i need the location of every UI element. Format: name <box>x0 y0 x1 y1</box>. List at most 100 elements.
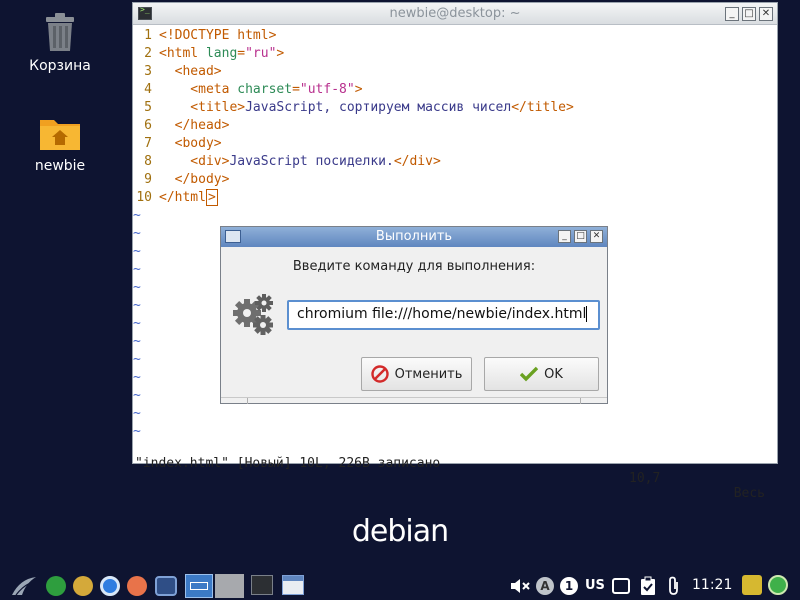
code-line: 7 <body> <box>133 135 777 153</box>
minimize-button[interactable]: _ <box>725 7 739 21</box>
desktop-icon-home-folder[interactable]: newbie <box>10 114 110 174</box>
taskbar-run-dialog-window[interactable] <box>282 575 304 595</box>
maximize-button[interactable]: □ <box>742 7 756 21</box>
home-folder-icon <box>40 120 80 150</box>
taskbar-clock[interactable]: 11:21 <box>692 577 732 593</box>
browser-launcher-icon[interactable] <box>100 576 120 596</box>
code-line: 4 <meta charset="utf-8"> <box>133 81 777 99</box>
line-number: 10 <box>136 190 152 205</box>
line-number: 1 <box>144 28 152 43</box>
clipboard-icon[interactable] <box>640 576 656 596</box>
run-dialog-titlebar[interactable]: Выполнить _ □ ✕ <box>221 227 607 247</box>
vim-cursor: > <box>205 189 218 206</box>
code-token: <meta <box>159 82 238 97</box>
code-token: </html <box>159 190 206 205</box>
code-line: 1 <!DOCTYPE html> <box>133 27 777 45</box>
accessibility-icon[interactable]: A <box>536 577 554 595</box>
maximize-button[interactable]: □ <box>574 230 587 243</box>
line-number: 7 <box>144 136 152 151</box>
logout-icon[interactable] <box>768 575 788 595</box>
code-token: JavaScript, сортируем массив чисел <box>245 100 512 115</box>
code-token: > <box>354 82 363 97</box>
close-button[interactable]: ✕ <box>759 7 773 21</box>
code-token: <html <box>159 46 206 61</box>
command-input[interactable]: chromium file:///home/newbie/index.html <box>287 300 600 330</box>
gears-icon <box>233 294 273 335</box>
run-dialog[interactable]: Выполнить _ □ ✕ Введите команду для выпо… <box>220 226 608 404</box>
code-token: > <box>276 46 285 61</box>
code-line: 8 <div>JavaScript посиделки.</div> <box>133 153 777 171</box>
file-manager-launcher-icon[interactable] <box>73 576 93 596</box>
code-token: charset <box>237 82 293 97</box>
trash-icon <box>46 13 74 51</box>
keyboard-layout-indicator[interactable]: US <box>585 578 605 593</box>
dialog-footer-divider <box>221 397 607 404</box>
code-line: 6 </head> <box>133 117 777 135</box>
taskbar: A 1 US 11:21 <box>0 572 800 600</box>
code-token: <div> <box>159 154 230 169</box>
line-number: 2 <box>144 46 152 61</box>
command-text: chromium file:///home/newbie/index.html <box>297 306 587 322</box>
code-token: = <box>292 82 300 97</box>
empty-line-marker: ~ <box>133 424 141 439</box>
cancel-button[interactable]: Отменить <box>361 357 472 391</box>
line-number: 8 <box>144 154 152 169</box>
code-line: 10 </html > <box>133 189 777 207</box>
ok-button-label: OK <box>544 366 563 382</box>
code-line: 5 <title>JavaScript, сортируем массив чи… <box>133 99 777 117</box>
code-token: <!DOCTYPE html> <box>159 28 277 43</box>
line-number: 6 <box>144 118 152 133</box>
code-token: lang <box>205 46 238 61</box>
code-token: JavaScript посиделки. <box>229 154 394 169</box>
paperclip-icon[interactable] <box>666 576 682 596</box>
code-token: "utf-8" <box>299 82 355 97</box>
ok-button[interactable]: OK <box>484 357 599 391</box>
workspace-indicator-icon[interactable]: 1 <box>560 577 578 595</box>
code-token: </body> <box>159 172 230 187</box>
empty-line-marker: ~ <box>133 406 141 421</box>
code-token: <head> <box>159 64 222 79</box>
show-desktop-icon[interactable] <box>155 576 177 596</box>
code-token: <title> <box>159 100 246 115</box>
code-token: <body> <box>159 136 222 151</box>
empty-line-marker: ~ <box>133 208 141 223</box>
code-token: </head> <box>159 118 230 133</box>
code-token: = <box>237 46 246 61</box>
terminal-launcher-icon[interactable] <box>46 576 66 596</box>
status-cursor-position: 10,7 <box>629 471 661 486</box>
line-number: 3 <box>144 64 152 79</box>
status-file-info: "index.html" [Новый] 10L, 226B записано <box>135 456 441 471</box>
cancel-button-label: Отменить <box>394 366 463 382</box>
volume-muted-icon[interactable] <box>510 578 532 594</box>
close-button[interactable]: ✕ <box>590 230 603 243</box>
desktop-icon-label: newbie <box>34 158 86 174</box>
workspace-2-button[interactable] <box>215 574 244 598</box>
run-dialog-title: Выполнить <box>375 229 453 244</box>
taskbar-terminal-window[interactable] <box>251 575 273 595</box>
code-line: 9 </body> <box>133 171 777 189</box>
desktop-icon-trash[interactable]: Корзина <box>10 12 110 74</box>
cancel-icon <box>370 365 389 383</box>
text-caret <box>586 306 588 322</box>
line-number: 4 <box>144 82 152 97</box>
status-scroll-position: Весь <box>733 486 765 501</box>
run-dialog-prompt: Введите команду для выполнения: <box>292 259 536 274</box>
network-icon[interactable] <box>612 578 630 594</box>
line-number: 9 <box>144 172 152 187</box>
code-line: 3 <head> <box>133 63 777 81</box>
terminal-title: newbie@desktop: ~ <box>389 6 521 21</box>
update-notifier-icon[interactable] <box>742 575 762 595</box>
debian-logo-text: debian <box>351 514 449 549</box>
checkmark-icon <box>520 366 539 382</box>
minimize-button[interactable]: _ <box>558 230 571 243</box>
code-token: "ru" <box>245 46 277 61</box>
line-number: 5 <box>144 100 152 115</box>
code-line: 2 <html lang="ru"> <box>133 45 777 63</box>
editor-launcher-icon[interactable] <box>127 576 147 596</box>
code-token: </div> <box>393 154 441 169</box>
code-token: </title> <box>511 100 574 115</box>
vim-status-line: "index.html" [Новый] 10L, 226B записано … <box>133 441 777 501</box>
terminal-titlebar[interactable]: newbie@desktop: ~ _ □ ✕ <box>133 3 777 25</box>
start-menu-icon[interactable] <box>10 575 38 597</box>
workspace-1-button[interactable] <box>185 574 213 598</box>
